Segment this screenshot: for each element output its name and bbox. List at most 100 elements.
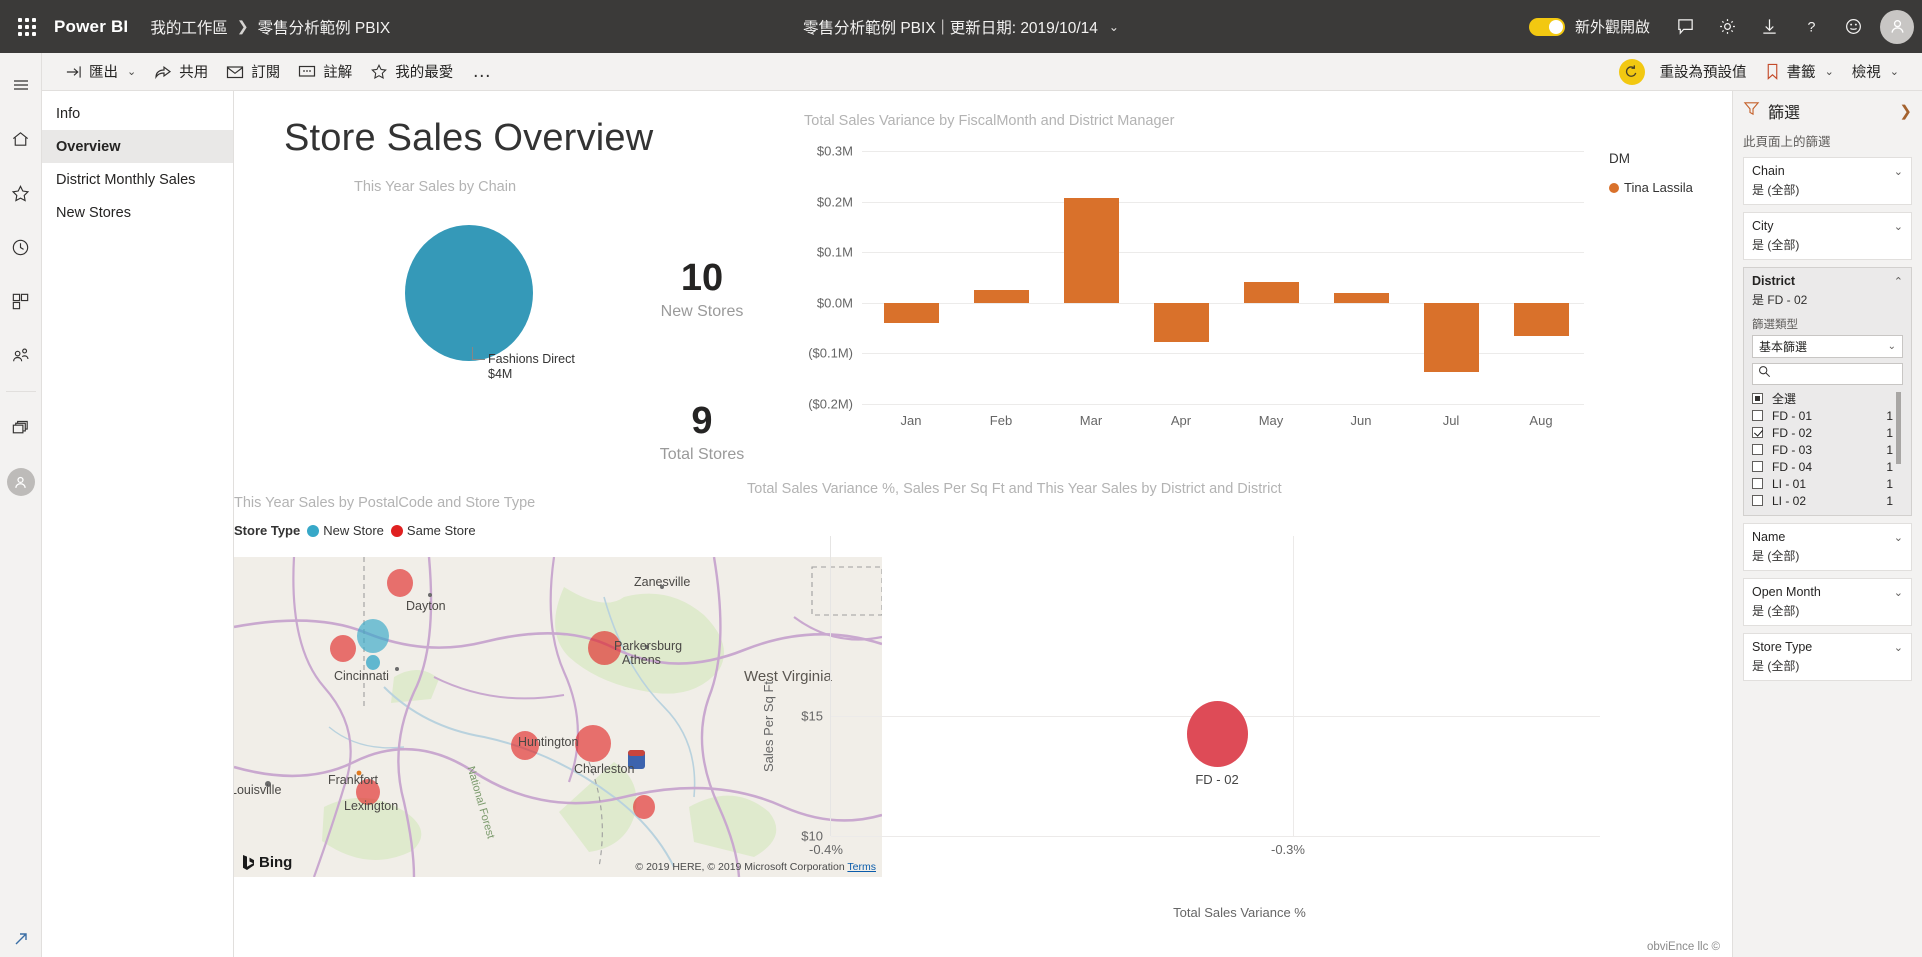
bar-mar[interactable] [1064, 198, 1119, 303]
home-icon[interactable] [0, 117, 42, 161]
bar-jan[interactable] [884, 303, 939, 324]
map-bubble-same-store[interactable] [387, 569, 413, 597]
filter-option-select-all[interactable]: 全選 [1752, 390, 1903, 407]
people-icon[interactable] [0, 333, 42, 377]
workspaces-stack-icon[interactable] [0, 406, 42, 450]
checkbox[interactable] [1752, 461, 1763, 472]
pie-slice-fashions-direct[interactable] [405, 225, 533, 361]
toggle-switch[interactable] [1529, 18, 1565, 36]
filter-card-store-type[interactable]: Store Type ⌄ 是 (全部) [1743, 633, 1912, 681]
checkbox[interactable] [1752, 410, 1763, 421]
checkbox-checked[interactable] [1752, 427, 1763, 438]
filter-search-input[interactable] [1752, 363, 1903, 385]
sidebar-item-info[interactable]: Info [42, 97, 233, 130]
more-options-button[interactable]: … [462, 61, 502, 83]
chevron-down-icon[interactable]: ⌄ [1894, 531, 1903, 544]
chevron-up-icon[interactable]: ⌃ [1894, 275, 1903, 288]
visual-sales-by-postalcode-map[interactable]: This Year Sales by PostalCode and Store … [234, 495, 794, 955]
kpi-value: 9 [612, 399, 792, 443]
app-launcher-icon[interactable] [0, 0, 54, 53]
checkbox[interactable] [1752, 495, 1763, 506]
reset-to-default-button[interactable]: 重設為預設值 [1610, 57, 1756, 87]
favorite-button[interactable]: 我的最愛 [361, 57, 462, 87]
bar-jun[interactable] [1334, 293, 1389, 303]
map-bubble-same-store[interactable] [330, 635, 356, 662]
share-button[interactable]: 共用 [145, 57, 217, 87]
visual-total-sales-variance-by-month[interactable]: Total Sales Variance by FiscalMonth and … [804, 113, 1709, 463]
filter-option-fd-04[interactable]: FD - 04 1 [1752, 458, 1903, 475]
sidebar-item-overview[interactable]: Overview [42, 130, 233, 163]
filter-option-fd-02[interactable]: FD - 02 1 [1752, 424, 1903, 441]
checkbox[interactable] [1752, 478, 1763, 489]
legend-item-same-store[interactable]: Same Store [391, 523, 476, 538]
chevron-down-icon[interactable]: ⌄ [1894, 586, 1903, 599]
powerbi-brand[interactable]: Power BI [54, 17, 128, 37]
account-avatar-icon[interactable] [1880, 10, 1914, 44]
comment-button[interactable]: 註解 [289, 57, 361, 87]
new-look-toggle[interactable]: 新外觀開啟 [1529, 16, 1650, 37]
bar-aug[interactable] [1514, 303, 1569, 336]
sidebar-item-district-monthly-sales[interactable]: District Monthly Sales [42, 163, 233, 196]
filter-card-district[interactable]: District ⌃ 是 FD - 02 篩選類型 基本篩選 ⌄ 全選 [1743, 267, 1912, 516]
map-bubble-new-store[interactable] [366, 655, 380, 670]
clock-icon[interactable] [0, 225, 42, 269]
filter-option-fd-03[interactable]: FD - 03 1 [1752, 441, 1903, 458]
filter-option-li-01[interactable]: LI - 01 1 [1752, 475, 1903, 492]
scatter-plot-area: $15 $10 FD - 02 -0.4% -0.3% [830, 536, 1600, 836]
kpi-new-stores[interactable]: 10 New Stores [612, 256, 792, 321]
export-button[interactable]: 匯出 ⌄ [56, 57, 145, 87]
gear-icon[interactable] [1706, 0, 1748, 53]
filter-card-chain[interactable]: Chain ⌄ 是 (全部) [1743, 157, 1912, 205]
breadcrumb-workspace[interactable]: 我的工作區 [150, 16, 228, 38]
legend-item-tina-lassila[interactable]: Tina Lassila [1609, 180, 1693, 195]
filter-type-select[interactable]: 基本篩選 ⌄ [1752, 335, 1903, 358]
checkbox-partial[interactable] [1752, 393, 1763, 404]
bar-feb[interactable] [974, 290, 1029, 303]
hamburger-icon[interactable] [0, 63, 42, 107]
kpi-total-stores[interactable]: 9 Total Stores [612, 399, 792, 464]
apps-grid-icon[interactable] [0, 279, 42, 323]
bar-jul[interactable] [1424, 303, 1479, 373]
breadcrumb: 我的工作區 ❯ 零售分析範例 PBIX [150, 16, 390, 38]
rail-expand-button[interactable] [0, 929, 42, 949]
filter-card-open-month[interactable]: Open Month ⌄ 是 (全部) [1743, 578, 1912, 626]
legend-label: Tina Lassila [1624, 180, 1693, 195]
map-place-label: Frankfort [328, 773, 378, 787]
chevron-down-icon[interactable]: ⌄ [1894, 165, 1903, 178]
chevron-down-icon[interactable]: ⌄ [1894, 641, 1903, 654]
chevron-down-icon[interactable]: ⌄ [1109, 20, 1119, 34]
filter-list-scrollbar[interactable] [1896, 392, 1901, 464]
page-label: Info [56, 106, 80, 122]
star-icon[interactable] [0, 171, 42, 215]
legend-label: New Store [323, 523, 384, 538]
bar-apr[interactable] [1154, 303, 1209, 342]
feedback-smiley-icon[interactable] [1832, 0, 1874, 53]
filter-option-fd-01[interactable]: FD - 01 1 [1752, 407, 1903, 424]
chevron-down-icon[interactable]: ⌄ [1894, 220, 1903, 233]
view-button[interactable]: 檢視 ⌄ [1843, 57, 1908, 87]
map-bubble-same-store[interactable] [575, 725, 611, 762]
filter-card-city[interactable]: City ⌄ 是 (全部) [1743, 212, 1912, 260]
sidebar-item-new-stores[interactable]: New Stores [42, 196, 233, 229]
y-axis-tick: $0.0M [817, 295, 853, 310]
filter-option-label: 全選 [1772, 390, 1796, 407]
checkbox[interactable] [1752, 444, 1763, 455]
filter-option-li-02[interactable]: LI - 02 1 [1752, 492, 1903, 509]
map-bubble-new-store[interactable] [357, 619, 389, 653]
bookmarks-button[interactable]: 書籤 ⌄ [1756, 57, 1843, 87]
bar-may[interactable] [1244, 282, 1299, 303]
legend-item-new-store[interactable]: New Store [307, 523, 384, 538]
comment-icon[interactable] [1664, 0, 1706, 53]
filter-card-name[interactable]: Name ⌄ 是 (全部) [1743, 523, 1912, 571]
subscribe-button[interactable]: 訂閱 [217, 57, 289, 87]
help-icon[interactable]: ? [1790, 0, 1832, 53]
map-bubble-same-store[interactable] [633, 795, 655, 819]
expand-filters-icon[interactable]: ❯ [1899, 102, 1912, 120]
filter-value-list[interactable]: 全選 FD - 01 1 FD - 02 1 FD - 03 1 [1752, 390, 1903, 509]
my-workspace-avatar-icon[interactable] [0, 460, 42, 504]
scatter-bubble-fd-02[interactable] [1187, 701, 1248, 767]
bing-logo[interactable]: Bing [242, 854, 292, 871]
visual-sales-variance-scatter[interactable]: Total Sales Variance %, Sales Per Sq Ft … [747, 481, 1732, 957]
download-icon[interactable] [1748, 0, 1790, 53]
breadcrumb-report[interactable]: 零售分析範例 PBIX [258, 16, 391, 38]
